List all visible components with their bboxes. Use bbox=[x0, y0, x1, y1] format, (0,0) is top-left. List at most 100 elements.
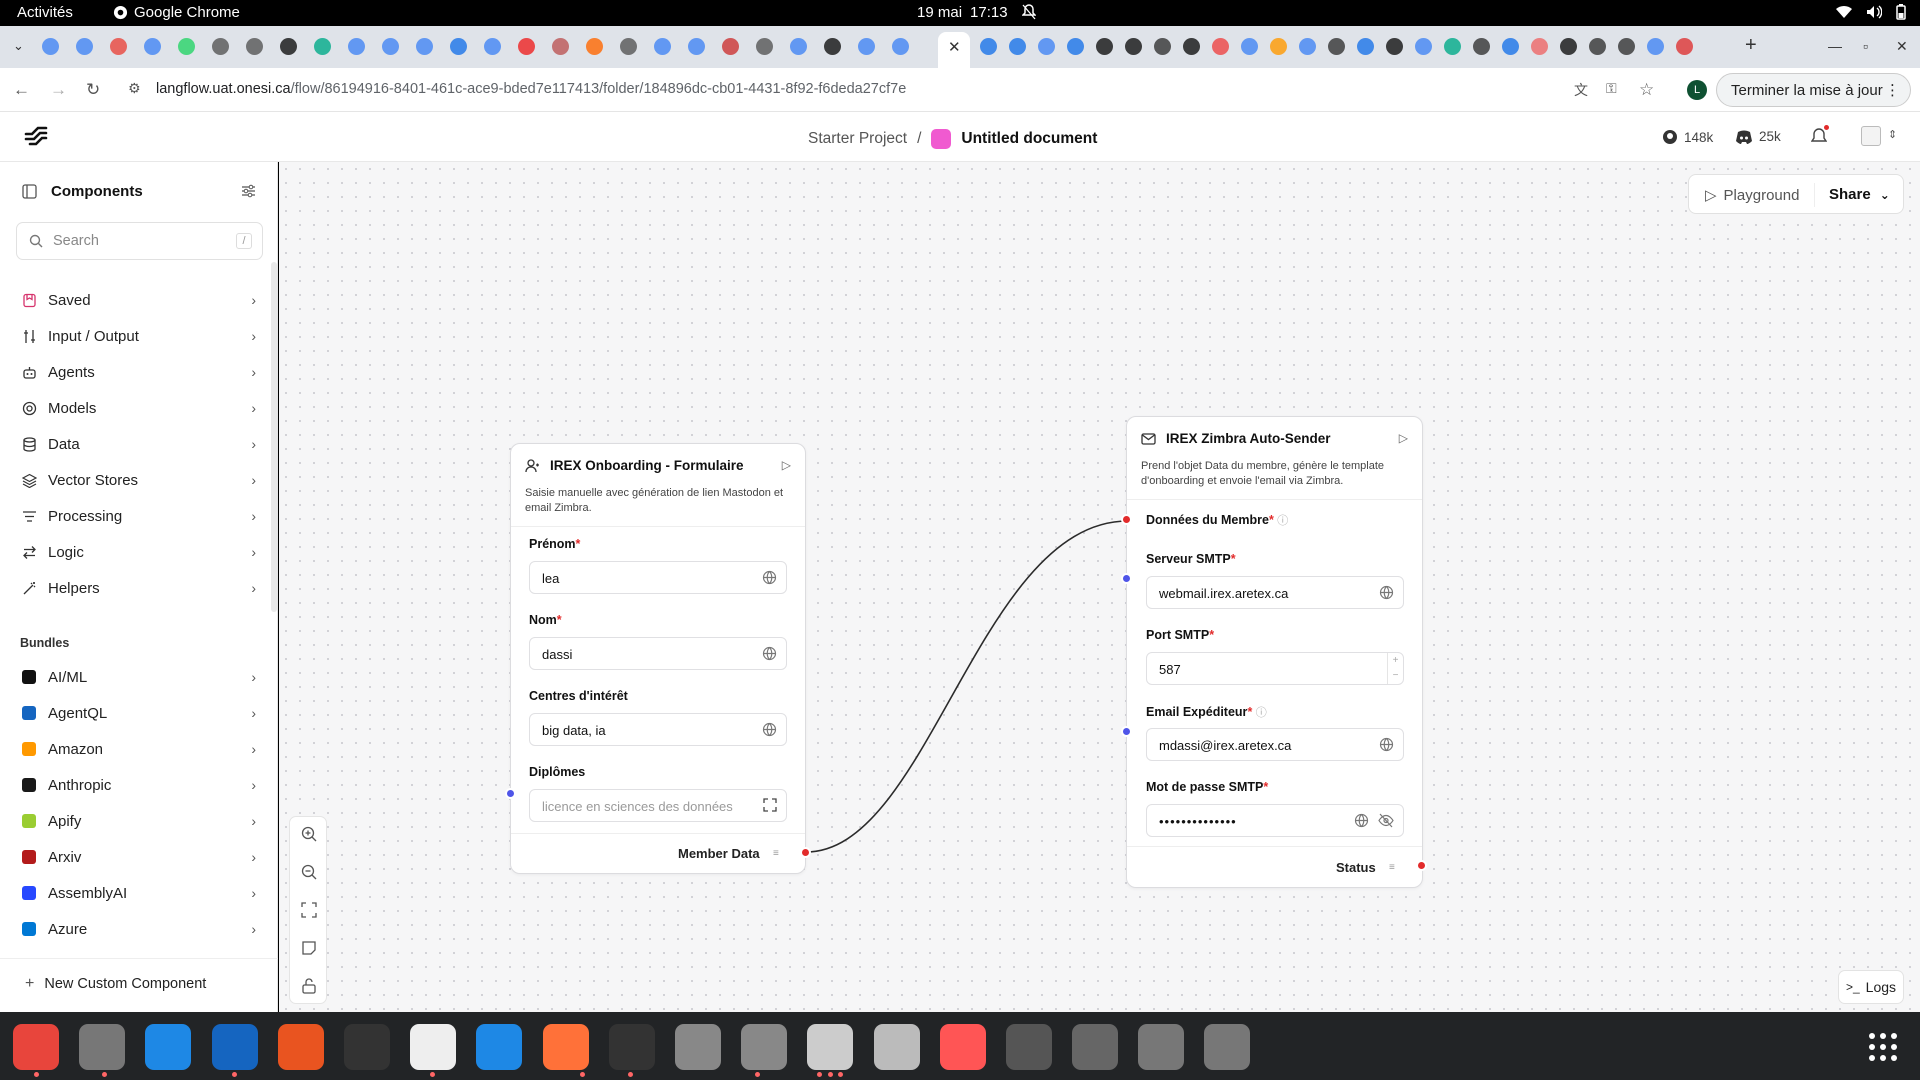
reload-icon[interactable]: ↻ bbox=[86, 80, 100, 100]
input-handle-diplomes[interactable] bbox=[505, 788, 516, 799]
user-avatar[interactable] bbox=[1861, 126, 1881, 146]
tab-favicon-icon[interactable] bbox=[518, 38, 535, 55]
tab-favicon-icon[interactable] bbox=[756, 38, 773, 55]
sidebar-item-agents[interactable]: Agents › bbox=[20, 359, 256, 385]
tab-favicon-icon[interactable] bbox=[280, 38, 297, 55]
bundle-item-assemblyai[interactable]: AssemblyAI › bbox=[20, 880, 256, 906]
tab-favicon-icon[interactable] bbox=[1357, 38, 1374, 55]
tab-favicon-icon[interactable] bbox=[892, 38, 909, 55]
tab-favicon-icon[interactable] bbox=[42, 38, 59, 55]
output-list-icon[interactable]: ≡ bbox=[1389, 862, 1395, 873]
github-stars[interactable]: 148k bbox=[1662, 129, 1713, 145]
output-handle-member-data[interactable] bbox=[800, 847, 811, 858]
input-handle-smtp-server[interactable] bbox=[1121, 573, 1132, 584]
active-tab[interactable]: ✕ bbox=[938, 32, 970, 68]
tab-favicon-icon[interactable] bbox=[144, 38, 161, 55]
share-button[interactable]: Share ⌄ bbox=[1829, 186, 1890, 203]
tab-favicon-icon[interactable] bbox=[1502, 38, 1519, 55]
run-node-icon[interactable]: ▷ bbox=[1399, 431, 1408, 445]
tab-favicon-icon[interactable] bbox=[1589, 38, 1606, 55]
globe-icon[interactable] bbox=[1379, 585, 1394, 600]
dock-app-icon[interactable] bbox=[13, 1024, 59, 1070]
sidebar-toggle-icon[interactable] bbox=[22, 184, 37, 199]
tab-favicon-icon[interactable] bbox=[416, 38, 433, 55]
tab-favicon-icon[interactable] bbox=[1560, 38, 1577, 55]
sender-field-input[interactable]: 587 + − bbox=[1146, 652, 1404, 685]
tab-favicon-icon[interactable] bbox=[552, 38, 569, 55]
sidebar-item-vector-stores[interactable]: Vector Stores › bbox=[20, 467, 256, 493]
tab-favicon-icon[interactable] bbox=[1154, 38, 1171, 55]
eye-off-icon[interactable] bbox=[1378, 813, 1394, 828]
tab-favicon-icon[interactable] bbox=[1096, 38, 1113, 55]
globe-icon[interactable] bbox=[762, 570, 777, 585]
tab-favicon-icon[interactable] bbox=[1647, 38, 1664, 55]
bundle-item-anthropic[interactable]: Anthropic › bbox=[20, 772, 256, 798]
sidebar-item-logic[interactable]: Logic › bbox=[20, 539, 256, 565]
tab-favicon-icon[interactable] bbox=[1531, 38, 1548, 55]
bundle-item-agentql[interactable]: AgentQL › bbox=[20, 700, 256, 726]
tab-favicon-icon[interactable] bbox=[586, 38, 603, 55]
notification-bell-icon[interactable] bbox=[1022, 4, 1036, 20]
tab-favicon-icon[interactable] bbox=[1241, 38, 1258, 55]
key-icon[interactable]: ⚿ bbox=[1606, 80, 1617, 97]
langflow-logo-icon[interactable] bbox=[24, 126, 48, 146]
node-onboarding-form[interactable]: IREX Onboarding - Formulaire ▷ Saisie ma… bbox=[510, 443, 806, 874]
tab-favicon-icon[interactable] bbox=[348, 38, 365, 55]
close-tab-icon[interactable]: ✕ bbox=[948, 38, 961, 56]
sidebar-item-processing[interactable]: Processing › bbox=[20, 503, 256, 529]
zoom-out-icon[interactable] bbox=[300, 863, 318, 881]
sidebar-item-data[interactable]: Data › bbox=[20, 431, 256, 457]
notifications-bell-icon[interactable] bbox=[1811, 125, 1829, 145]
tab-favicon-icon[interactable] bbox=[1328, 38, 1345, 55]
chevron-updown-icon[interactable]: ⇕ bbox=[1888, 128, 1897, 141]
stepper-icon[interactable]: + − bbox=[1387, 653, 1403, 684]
tab-favicon-icon[interactable] bbox=[178, 38, 195, 55]
dock-app-icon[interactable] bbox=[1006, 1024, 1052, 1070]
bookmark-star-icon[interactable]: ☆ bbox=[1639, 80, 1654, 100]
sender-field-input[interactable]: mdassi@irex.aretex.ca bbox=[1146, 728, 1404, 761]
globe-icon[interactable] bbox=[762, 722, 777, 737]
dock-app-icon[interactable] bbox=[1204, 1024, 1250, 1070]
maximize-icon[interactable]: ▫ bbox=[1863, 38, 1868, 54]
tab-favicon-icon[interactable] bbox=[980, 38, 997, 55]
fit-view-icon[interactable] bbox=[300, 901, 318, 919]
site-info-icon[interactable]: ⚙ bbox=[128, 80, 141, 97]
dock-app-icon[interactable] bbox=[1072, 1024, 1118, 1070]
form-field-input[interactable]: dassi bbox=[529, 637, 787, 670]
breadcrumb-project[interactable]: Starter Project bbox=[808, 130, 907, 148]
tab-favicon-icon[interactable] bbox=[1386, 38, 1403, 55]
dock-app-icon[interactable] bbox=[940, 1024, 986, 1070]
tab-favicon-icon[interactable] bbox=[1415, 38, 1432, 55]
form-field-input[interactable]: licence en sciences des données bbox=[529, 789, 787, 822]
lock-icon[interactable] bbox=[300, 977, 318, 995]
bundle-item-arxiv[interactable]: Arxiv › bbox=[20, 844, 256, 870]
tab-favicon-icon[interactable] bbox=[484, 38, 501, 55]
tab-favicon-icon[interactable] bbox=[688, 38, 705, 55]
info-icon[interactable]: ⓘ bbox=[1256, 707, 1267, 719]
input-handle-sender-email[interactable] bbox=[1121, 726, 1132, 737]
tab-favicon-icon[interactable] bbox=[450, 38, 467, 55]
dock-app-icon[interactable] bbox=[609, 1024, 655, 1070]
close-window-icon[interactable]: ✕ bbox=[1896, 38, 1908, 55]
sidebar-item-models[interactable]: Models › bbox=[20, 395, 256, 421]
zoom-in-icon[interactable] bbox=[300, 825, 318, 843]
dock-app-icon[interactable] bbox=[741, 1024, 787, 1070]
run-node-icon[interactable]: ▷ bbox=[782, 458, 791, 472]
tab-favicon-icon[interactable] bbox=[110, 38, 127, 55]
form-field-input[interactable]: lea bbox=[529, 561, 787, 594]
node-zimbra-sender[interactable]: IREX Zimbra Auto-Sender ▷ Prend l'objet … bbox=[1126, 416, 1423, 888]
tab-favicon-icon[interactable] bbox=[1125, 38, 1142, 55]
tab-favicon-icon[interactable] bbox=[1473, 38, 1490, 55]
playground-button[interactable]: ▷ Playground bbox=[1705, 186, 1799, 205]
tab-favicon-icon[interactable] bbox=[620, 38, 637, 55]
system-tray[interactable] bbox=[1836, 4, 1906, 20]
dock-app-icon[interactable] bbox=[145, 1024, 191, 1070]
tab-favicon-icon[interactable] bbox=[722, 38, 739, 55]
globe-icon[interactable] bbox=[1354, 813, 1369, 828]
tab-favicon-icon[interactable] bbox=[824, 38, 841, 55]
dock-app-icon[interactable] bbox=[874, 1024, 920, 1070]
profile-avatar[interactable]: L bbox=[1687, 80, 1707, 100]
bundle-item-azure[interactable]: Azure › bbox=[20, 916, 256, 942]
tab-favicon-icon[interactable] bbox=[1067, 38, 1084, 55]
sender-field-input[interactable]: •••••••••••••• bbox=[1146, 804, 1404, 837]
